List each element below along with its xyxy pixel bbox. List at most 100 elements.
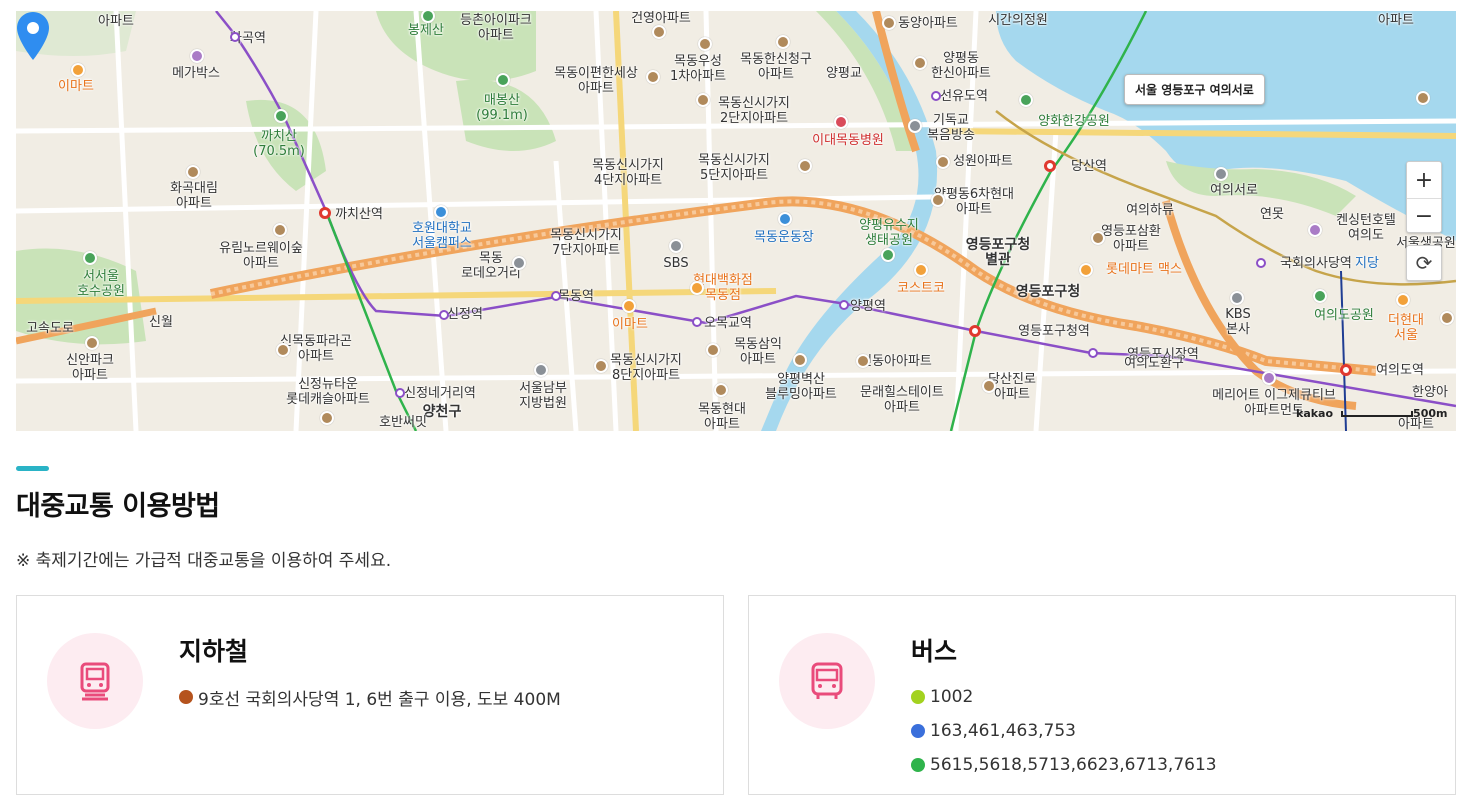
location-callout: 서울 영등포구 여의서로 xyxy=(1124,74,1265,105)
station-marker xyxy=(931,91,941,101)
subway-card: 지하철 9호선 국회의사당역 1, 6번 출구 이용, 도보 400M xyxy=(16,595,724,795)
park-icon xyxy=(83,251,97,265)
section-accent-bar xyxy=(16,466,49,471)
subway-icon xyxy=(80,662,110,701)
map-label: 건영아파트 xyxy=(631,11,691,26)
map-label: 양평동6차현대 아파트 xyxy=(933,187,1015,217)
map-label: 더현대 서울 xyxy=(1388,313,1424,343)
line-color-dot xyxy=(911,690,925,704)
apartment-icon xyxy=(646,70,660,84)
map-label: 호반써밋 xyxy=(379,415,427,430)
map-label: 양화한강공원 xyxy=(1038,114,1110,129)
map-label: 목동이편한세상 아파트 xyxy=(554,66,638,96)
zoom-out-button[interactable]: − xyxy=(1407,198,1441,234)
map-label: 까치산 (70.5m) xyxy=(253,129,305,159)
map-label: 매봉산 (99.1m) xyxy=(476,93,528,123)
park-icon xyxy=(1313,289,1327,303)
map-label: 목동신시가지 7단지아파트 xyxy=(550,228,622,258)
bus-item-text: 163,461,463,753 xyxy=(930,721,1077,741)
map-label: 서울남부 지방법원 xyxy=(519,381,567,411)
line-color-dot xyxy=(911,724,925,738)
apartment-icon xyxy=(714,383,728,397)
map-label: 목동현대 아파트 xyxy=(698,402,746,431)
station-marker xyxy=(1340,364,1352,376)
map-label: 유림노르웨이숲 아파트 xyxy=(219,241,303,271)
map-label: 신목동파라곤 아파트 xyxy=(280,334,352,364)
line-color-dot xyxy=(911,758,925,772)
map-label: 아파트 xyxy=(98,14,134,29)
map-label: 영등포구청 별관 xyxy=(965,237,1031,268)
map-label: 신정역 xyxy=(447,307,483,322)
location-pin-icon[interactable] xyxy=(16,11,50,61)
scale-bar xyxy=(1341,410,1414,417)
map-label: 신월 xyxy=(149,315,173,330)
map[interactable]: 아파트 봉제산 등촌아이파크 아파트 건영아파트 동양아파트 시간의정원 아파트 화곡역 메가박스… xyxy=(16,11,1456,431)
apartment-icon xyxy=(913,56,927,70)
cinema-icon xyxy=(190,49,204,63)
map-label: 목동신시가지 5단지아파트 xyxy=(698,153,770,183)
map-label: 영등포삼환 아파트 xyxy=(1101,224,1161,254)
stadium-icon xyxy=(778,212,792,226)
station-marker xyxy=(1088,348,1098,358)
apartment-icon xyxy=(1416,91,1430,105)
apartment-icon xyxy=(276,343,290,357)
hospital-icon xyxy=(834,115,848,129)
map-label: 목동신시가지 8단지아파트 xyxy=(610,353,682,383)
mountain-icon xyxy=(496,73,510,87)
map-label: 코스트코 xyxy=(897,281,945,296)
bus-list: 1002 163,461,463,753 5615,5618,5713,6623,6… xyxy=(911,680,1217,782)
map-label: 목동신시가지 4단지아파트 xyxy=(592,158,664,188)
station-marker xyxy=(1256,258,1266,268)
subway-title: 지하철 xyxy=(179,637,249,666)
mart-icon xyxy=(914,263,928,277)
bus-item: 5615,5618,5713,6623,6713,7613 xyxy=(911,748,1217,782)
station-marker xyxy=(969,325,981,337)
flag-icon xyxy=(512,256,526,270)
map-label: 화곡대림 아파트 xyxy=(170,181,218,211)
apartment-icon xyxy=(856,354,870,368)
refresh-button[interactable]: ⟳ xyxy=(1406,245,1442,281)
map-label: 등촌아이파크 아파트 xyxy=(460,13,532,43)
map-label: 당산역 xyxy=(1071,159,1107,174)
map-label: 신안파크 아파트 xyxy=(66,353,114,383)
apartment-icon xyxy=(594,359,608,373)
map-label: 국회의사당역 xyxy=(1280,256,1352,271)
map-label: 문래힐스테이트 아파트 xyxy=(860,385,944,415)
map-label: 여의도환구 xyxy=(1124,356,1184,371)
map-label: 신정뉴타운 롯데캐슬아파트 xyxy=(286,377,370,407)
bus-card: 버스 1002 163,461,463,753 5615,5618,5713,662… xyxy=(748,595,1456,795)
zoom-in-button[interactable]: + xyxy=(1407,162,1441,198)
map-label: 목동역 xyxy=(558,289,594,304)
map-label: 성원아파트 xyxy=(953,154,1013,169)
mart-icon xyxy=(71,63,85,77)
broadcast-icon xyxy=(669,239,683,253)
subway-list: 9호선 국회의사당역 1, 6번 출구 이용, 도보 400M xyxy=(179,680,561,714)
apartment-icon xyxy=(982,379,996,393)
station-marker xyxy=(551,291,561,301)
apartment-icon xyxy=(798,159,812,173)
map-label: 신정네거리역 xyxy=(404,386,476,401)
apartment-icon xyxy=(931,193,945,207)
map-scale: kakao 500m xyxy=(1296,407,1447,420)
map-label: 영등포구청 xyxy=(1015,284,1081,300)
hotel-icon xyxy=(1262,371,1276,385)
section-note: ※ 축제기간에는 가급적 대중교통을 이용하여 주세요. xyxy=(16,551,392,571)
apartment-icon xyxy=(1091,231,1105,245)
map-label: 신동아아파트 xyxy=(860,354,932,369)
zoom-control: + − xyxy=(1406,161,1442,233)
map-label: 목동우성 1차아파트 xyxy=(669,54,727,84)
map-label: 한양아 xyxy=(1412,385,1448,400)
map-label: 여의도공원 xyxy=(1314,308,1374,323)
map-label: SBS xyxy=(663,256,689,271)
map-label: 양천구 xyxy=(422,404,462,420)
subway-icon-circle xyxy=(47,633,143,729)
map-label: 목동운동장 xyxy=(754,230,814,245)
map-label: 시간의정원 xyxy=(988,13,1048,28)
map-label: 양평유수지 생태공원 xyxy=(859,218,919,248)
apartment-icon xyxy=(698,37,712,51)
bus-item-text: 5615,5618,5713,6623,6713,7613 xyxy=(930,755,1217,775)
mountain-icon xyxy=(274,109,288,123)
map-label: 메가박스 xyxy=(172,66,220,81)
map-label: 양평역 xyxy=(850,299,886,314)
apartment-icon xyxy=(320,411,334,425)
